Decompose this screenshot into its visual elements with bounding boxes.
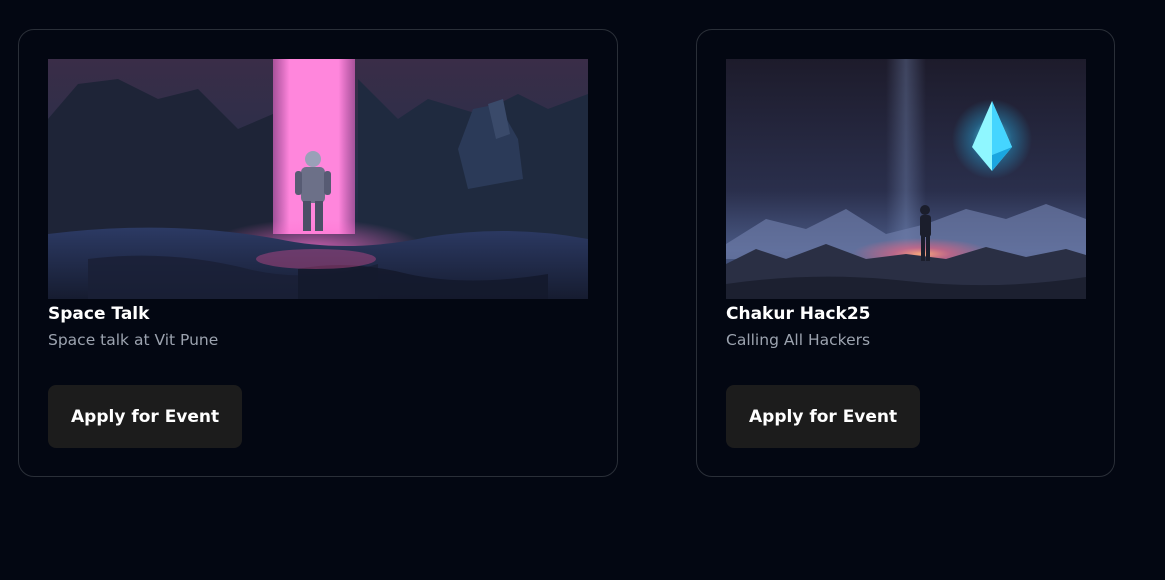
event-title: Space Talk (48, 304, 150, 324)
event-title: Chakur Hack25 (726, 304, 871, 324)
apply-for-event-button[interactable]: Apply for Event (48, 385, 243, 448)
event-subtitle: Space talk at Vit Pune (48, 331, 219, 349)
event-image-crystal-mountains (726, 59, 1086, 299)
event-card-space-talk: Space Talk Space talk at Vit Pune Apply … (18, 29, 618, 477)
apply-for-event-button[interactable]: Apply for Event (726, 385, 921, 448)
event-subtitle: Calling All Hackers (726, 331, 871, 349)
event-card-chakur-hack25: Chakur Hack25 Calling All Hackers Apply … (696, 29, 1115, 477)
event-image-astronaut-portal (48, 59, 588, 299)
